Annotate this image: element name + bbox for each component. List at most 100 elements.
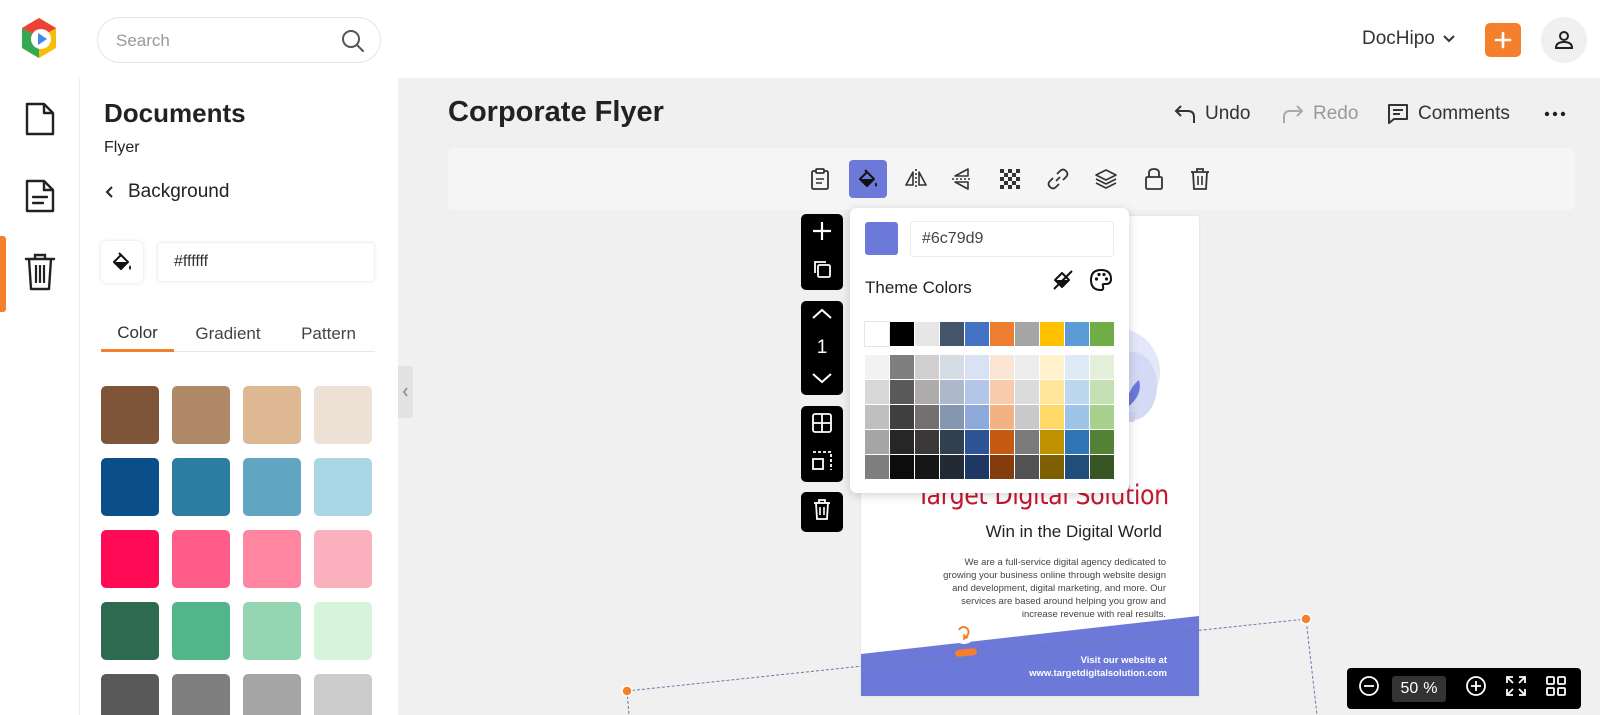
color-hex-input[interactable] (910, 221, 1114, 257)
undo-button[interactable]: Undo (1173, 98, 1250, 130)
theme-shade-cell[interactable] (965, 355, 989, 379)
color-swatch[interactable] (314, 602, 372, 660)
color-swatch[interactable] (101, 458, 159, 516)
flyer-cta-text[interactable]: Visit our website at www.targetdigitalso… (1029, 654, 1167, 680)
document-title[interactable]: Corporate Flyer (448, 96, 664, 129)
theme-shade-cell[interactable] (940, 405, 964, 429)
theme-shade-cell[interactable] (965, 430, 989, 454)
theme-shade-cell[interactable] (1065, 405, 1089, 429)
clipboard-tool[interactable] (801, 160, 839, 198)
color-swatch[interactable] (243, 386, 301, 444)
transparency-tool[interactable] (991, 160, 1029, 198)
color-swatch[interactable] (243, 674, 301, 715)
theme-shade-cell[interactable] (1015, 405, 1039, 429)
tab-pattern[interactable]: Pattern (282, 316, 375, 352)
theme-shade-cell[interactable] (1015, 430, 1039, 454)
theme-shade-cell[interactable] (865, 380, 889, 404)
theme-shade-cell[interactable] (1065, 430, 1089, 454)
fit-screen-button[interactable] (1505, 675, 1527, 702)
link-tool[interactable] (1039, 160, 1077, 198)
color-swatch[interactable] (172, 530, 230, 588)
theme-color-cell[interactable] (1040, 322, 1064, 346)
background-hex-input[interactable] (157, 242, 375, 282)
theme-shade-cell[interactable] (865, 355, 889, 379)
delete-page-button[interactable] (813, 498, 831, 526)
theme-shade-cell[interactable] (1040, 405, 1064, 429)
theme-shade-cell[interactable] (990, 430, 1014, 454)
rail-item-trash[interactable] (20, 250, 60, 294)
theme-color-cell[interactable] (890, 322, 914, 346)
theme-shade-cell[interactable] (940, 455, 964, 479)
theme-shade-cell[interactable] (915, 380, 939, 404)
layout-grid-button[interactable] (811, 412, 833, 439)
flip-vertical-tool[interactable] (943, 160, 981, 198)
theme-shade-cell[interactable] (1015, 380, 1039, 404)
theme-shade-cell[interactable] (865, 455, 889, 479)
theme-shade-cell[interactable] (1040, 380, 1064, 404)
resize-handle[interactable] (1300, 613, 1312, 625)
theme-shade-cell[interactable] (915, 455, 939, 479)
zoom-level[interactable]: 50 % (1392, 675, 1446, 702)
color-swatch[interactable] (101, 602, 159, 660)
layers-tool[interactable] (1087, 160, 1125, 198)
fill-color-button[interactable] (101, 241, 143, 283)
color-swatch[interactable] (243, 458, 301, 516)
theme-shade-cell[interactable] (890, 430, 914, 454)
theme-shade-cell[interactable] (1065, 355, 1089, 379)
add-page-button[interactable] (811, 220, 833, 247)
zoom-in-button[interactable] (1465, 675, 1487, 702)
theme-shade-cell[interactable] (1040, 455, 1064, 479)
back-to-background-button[interactable]: Background (104, 178, 229, 206)
comments-button[interactable]: Comments (1386, 98, 1510, 130)
tab-gradient[interactable]: Gradient (174, 316, 282, 352)
theme-shade-cell[interactable] (940, 355, 964, 379)
duplicate-page-button[interactable] (812, 259, 832, 284)
zoom-out-button[interactable] (1358, 675, 1380, 702)
theme-shade-cell[interactable] (890, 455, 914, 479)
page-up-button[interactable] (811, 307, 833, 325)
theme-shade-cell[interactable] (1040, 355, 1064, 379)
rotate-handle[interactable] (952, 620, 976, 644)
theme-shade-cell[interactable] (1040, 430, 1064, 454)
account-menu[interactable]: DocHipo (1362, 26, 1455, 52)
theme-shade-cell[interactable] (1015, 355, 1039, 379)
flyer-body-text[interactable]: We are a full-service digital agency ded… (941, 556, 1166, 621)
rail-item-documents[interactable] (20, 97, 60, 141)
theme-shade-cell[interactable] (915, 355, 939, 379)
current-color-swatch[interactable] (865, 222, 898, 255)
profile-button[interactable] (1541, 17, 1587, 63)
theme-color-cell[interactable] (1015, 322, 1039, 346)
theme-shade-cell[interactable] (1090, 355, 1114, 379)
more-options-button[interactable] (1544, 98, 1566, 130)
theme-color-cell[interactable] (940, 322, 964, 346)
theme-shade-cell[interactable] (990, 455, 1014, 479)
grid-view-button[interactable] (1545, 675, 1567, 702)
theme-shade-cell[interactable] (915, 405, 939, 429)
theme-shade-cell[interactable] (1065, 380, 1089, 404)
color-swatch[interactable] (243, 602, 301, 660)
color-swatch[interactable] (101, 386, 159, 444)
theme-shade-cell[interactable] (1090, 455, 1114, 479)
theme-shade-cell[interactable] (965, 455, 989, 479)
color-swatch[interactable] (314, 530, 372, 588)
redo-button[interactable]: Redo (1281, 98, 1358, 130)
color-swatch[interactable] (101, 530, 159, 588)
theme-shade-cell[interactable] (1015, 455, 1039, 479)
theme-shade-cell[interactable] (890, 355, 914, 379)
clear-color-button[interactable] (1051, 268, 1075, 297)
search-input[interactable] (116, 29, 326, 53)
color-swatch[interactable] (172, 674, 230, 715)
page-down-button[interactable] (811, 371, 833, 389)
theme-shade-cell[interactable] (1065, 455, 1089, 479)
theme-color-cell[interactable] (990, 322, 1014, 346)
dochipo-logo[interactable] (18, 16, 60, 60)
collapse-panel-button[interactable] (398, 366, 413, 418)
theme-color-cell[interactable] (915, 322, 939, 346)
color-swatch[interactable] (314, 674, 372, 715)
theme-shade-cell[interactable] (1090, 430, 1114, 454)
theme-shade-cell[interactable] (1090, 380, 1114, 404)
theme-shade-cell[interactable] (1090, 405, 1114, 429)
tab-color[interactable]: Color (101, 316, 174, 352)
create-new-button[interactable] (1485, 23, 1521, 57)
color-swatch[interactable] (101, 674, 159, 715)
